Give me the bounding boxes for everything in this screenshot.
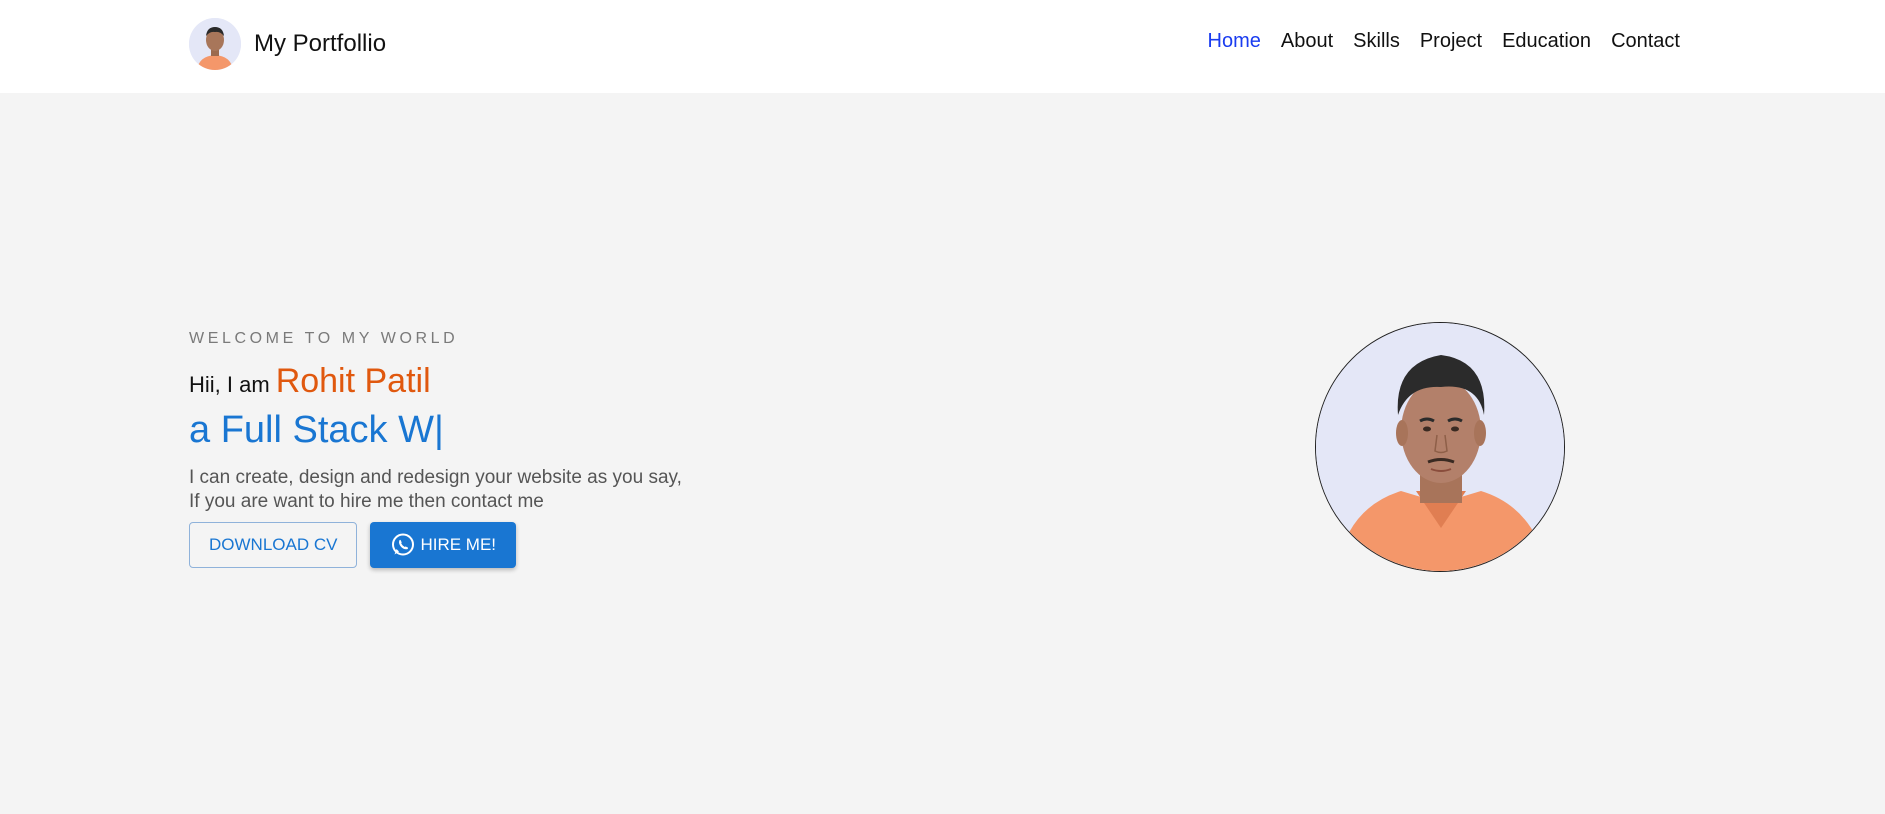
download-cv-button[interactable]: DOWNLOAD CV	[189, 522, 358, 568]
nav-link-home[interactable]: Home	[1208, 30, 1261, 53]
nav-link-about[interactable]: About	[1281, 30, 1333, 53]
greeting: Hii, I am Rohit Patil	[189, 362, 789, 401]
nav-link-skills[interactable]: Skills	[1353, 30, 1400, 53]
nav-link-contact[interactable]: Contact	[1611, 30, 1680, 53]
typed-role: a Full Stack W|	[189, 409, 444, 451]
description-line-1: I can create, design and redesign your w…	[189, 467, 682, 488]
nav-link-education[interactable]: Education	[1502, 30, 1591, 53]
hire-me-label: HIRE ME!	[420, 535, 497, 554]
profile-photo	[1315, 322, 1565, 572]
hero-intro: WELCOME TO MY WORLD Hii, I am Rohit Pati…	[189, 330, 789, 568]
hero-name: Rohit Patil	[275, 362, 431, 400]
description-line-2: If you are want to hire me then contact …	[189, 491, 544, 512]
whatsapp-icon	[390, 532, 416, 558]
nav-links: Home About Skills Project Education Cont…	[1208, 30, 1680, 53]
brand-title: My Portfollio	[254, 30, 387, 57]
welcome-text: WELCOME TO MY WORLD	[189, 330, 459, 347]
brand[interactable]: My Portfollio	[189, 18, 386, 70]
hero-buttons: DOWNLOAD CV HIRE ME!	[189, 522, 789, 568]
navbar: My Portfollio Home About Skills Project …	[0, 0, 1885, 93]
greeting-prefix: Hii, I am	[189, 372, 270, 397]
hire-me-button[interactable]: HIRE ME!	[370, 522, 517, 568]
brand-avatar	[189, 18, 241, 70]
hero-description: I can create, design and redesign your w…	[189, 466, 789, 514]
nav-link-project[interactable]: Project	[1420, 30, 1482, 53]
